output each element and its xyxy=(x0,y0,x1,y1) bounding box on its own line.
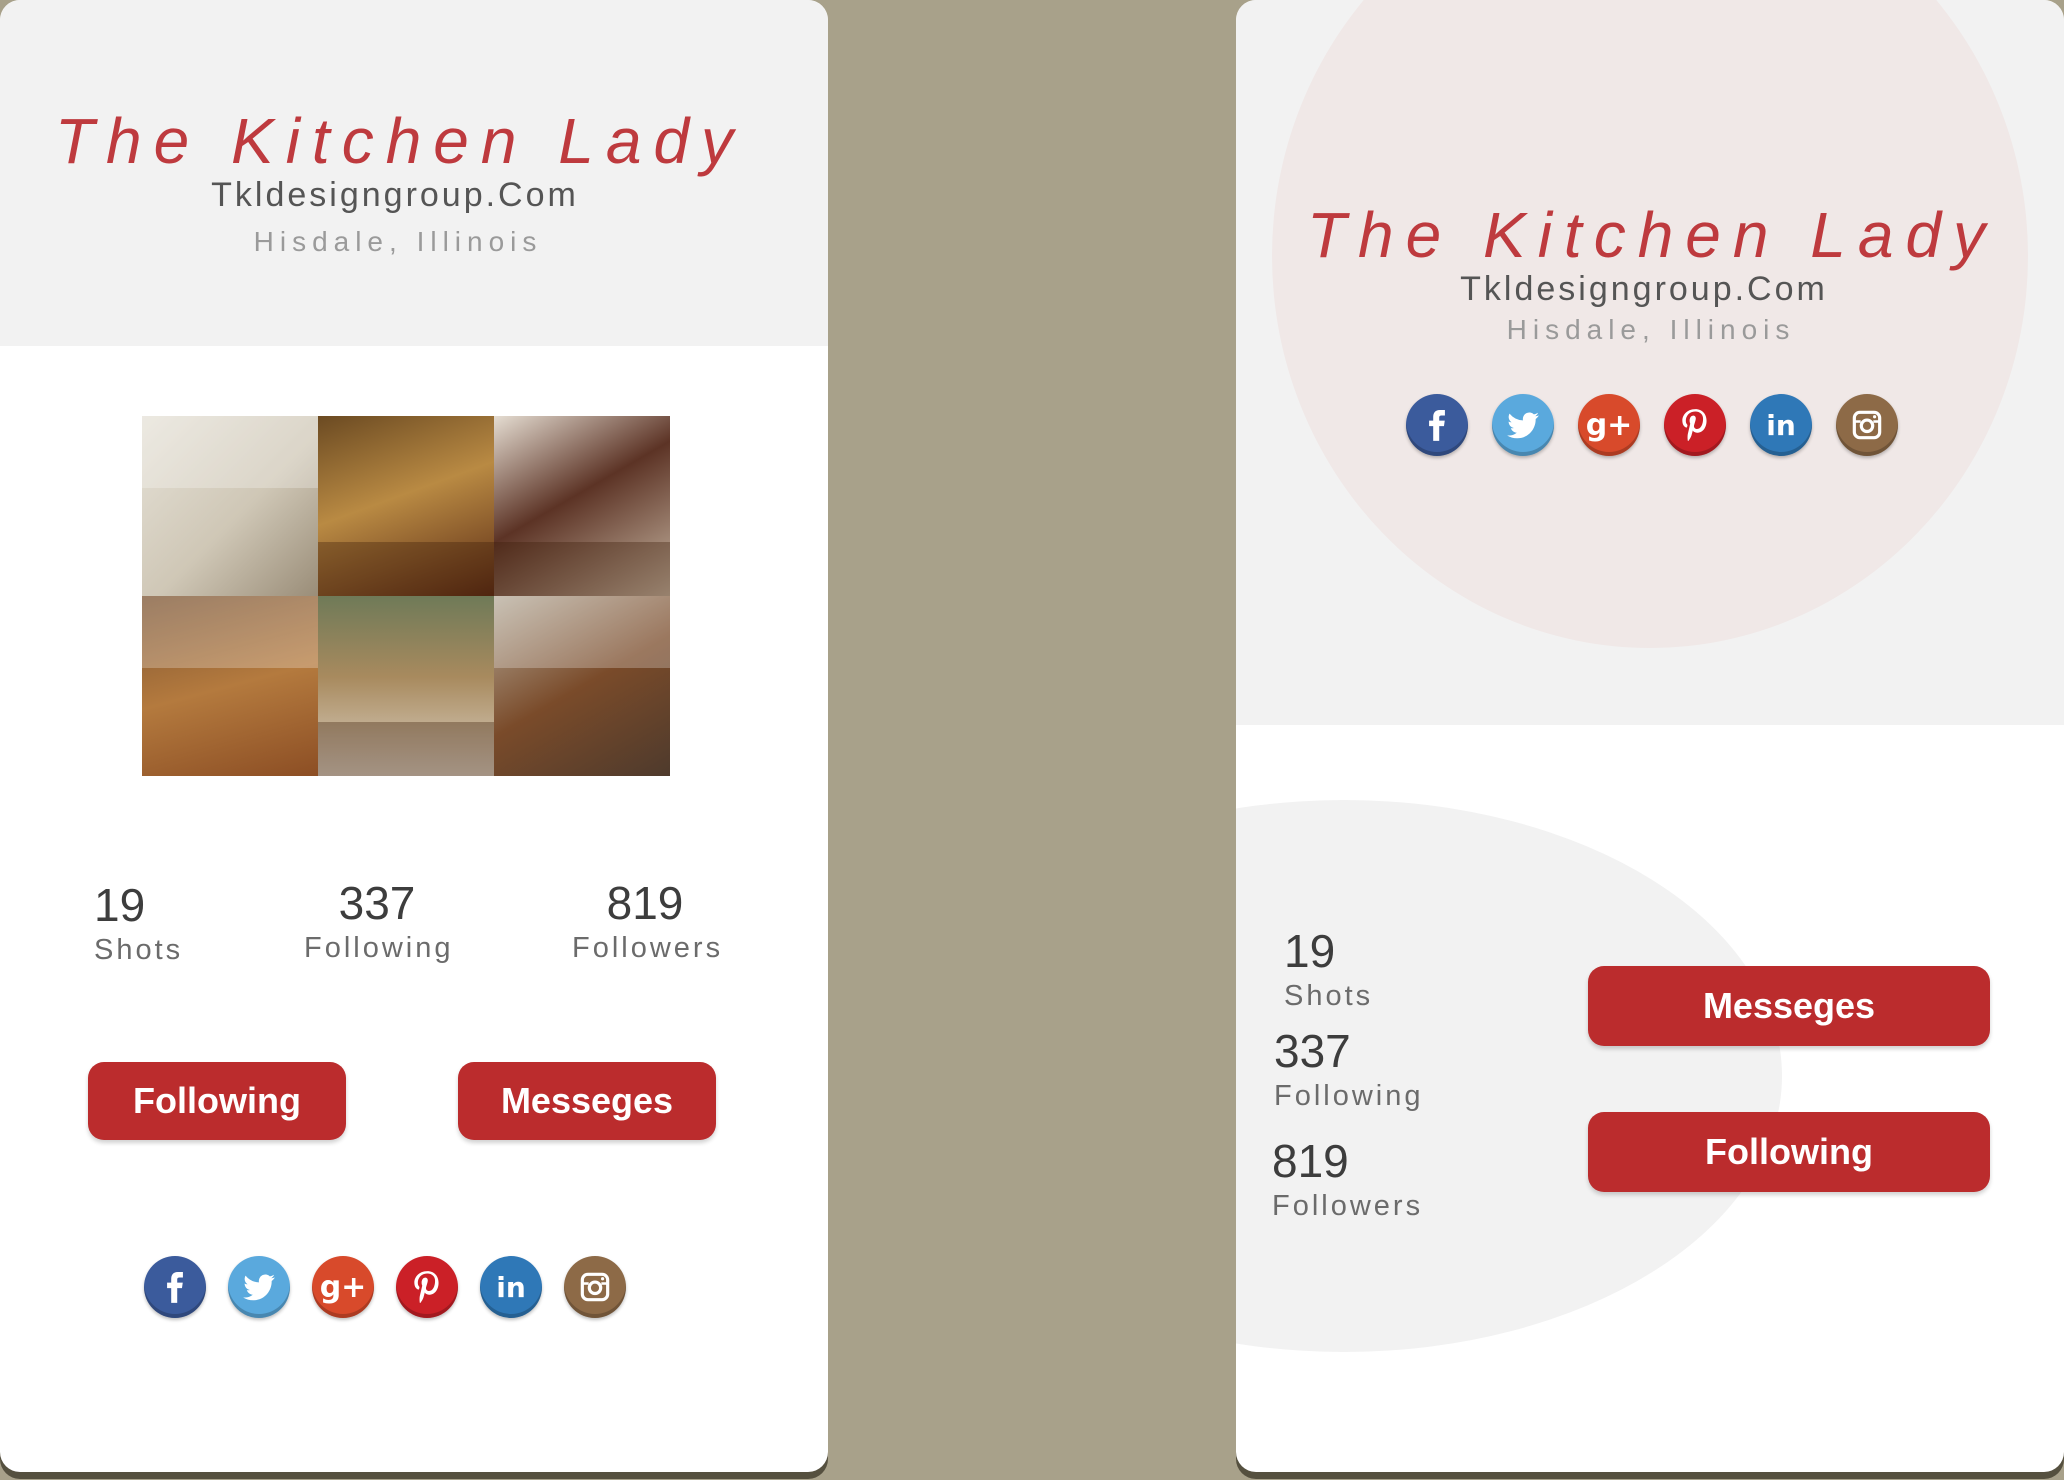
stat-following-label: Following xyxy=(304,932,454,964)
social-links: g+ in xyxy=(144,1256,626,1318)
facebook-icon[interactable] xyxy=(144,1256,206,1318)
stat-shots[interactable]: 19 Shots xyxy=(94,878,183,967)
shot-thumbnail[interactable] xyxy=(318,596,494,776)
stat-following[interactable]: 337 Following xyxy=(1274,1024,1424,1113)
twitter-icon[interactable] xyxy=(1492,394,1554,456)
google-plus-icon[interactable]: g+ xyxy=(1578,394,1640,456)
pinterest-icon[interactable] xyxy=(396,1256,458,1318)
instagram-icon[interactable] xyxy=(564,1256,626,1318)
shot-thumbnail[interactable] xyxy=(494,596,670,776)
stat-followers[interactable]: 819 Followers xyxy=(1272,1134,1423,1223)
instagram-icon[interactable] xyxy=(1836,394,1898,456)
profile-website[interactable]: Tkldesigngroup.Com xyxy=(0,176,790,215)
shot-thumbnail[interactable] xyxy=(142,416,318,596)
linkedin-icon[interactable]: in xyxy=(480,1256,542,1318)
stat-followers-label: Followers xyxy=(1272,1190,1424,1222)
stat-shots-label: Shots xyxy=(94,934,184,966)
facebook-icon[interactable] xyxy=(1406,394,1468,456)
stat-shots-label: Shots xyxy=(1284,980,1374,1012)
shots-gallery xyxy=(142,416,670,776)
stat-followers-value: 819 xyxy=(1272,1135,1349,1187)
stat-shots-value: 19 xyxy=(94,879,146,931)
linkedin-icon[interactable]: in xyxy=(1750,394,1812,456)
profile-location: Hisdale, Illinois xyxy=(1506,314,1796,345)
shot-thumbnail[interactable] xyxy=(142,596,318,776)
stat-followers-value: 819 xyxy=(606,877,684,929)
stat-shots[interactable]: 19 Shots xyxy=(1284,924,1373,1013)
profile-card-right: The Kitchen Lady Tkldesigngroup.Com Hisd… xyxy=(1236,0,2064,1472)
stat-shots-value: 19 xyxy=(1284,925,1336,977)
stat-followers[interactable]: 819 Followers xyxy=(572,876,724,965)
profile-name: The Kitchen Lady xyxy=(54,105,746,177)
following-button[interactable]: Following xyxy=(88,1062,346,1140)
twitter-icon[interactable] xyxy=(228,1256,290,1318)
following-button[interactable]: Following xyxy=(1588,1112,1990,1192)
stat-following-label: Following xyxy=(1274,1080,1424,1112)
social-links: g+ in xyxy=(1406,394,1898,456)
stat-followers-label: Followers xyxy=(572,932,724,964)
shot-thumbnail[interactable] xyxy=(494,416,670,596)
google-plus-icon[interactable]: g+ xyxy=(312,1256,374,1318)
stat-following-value: 337 xyxy=(1274,1025,1351,1077)
shot-thumbnail[interactable] xyxy=(318,416,494,596)
stat-following[interactable]: 337 Following xyxy=(304,876,454,965)
profile-website[interactable]: Tkldesigngroup.Com xyxy=(1296,270,1992,309)
profile-card-left: The Kitchen Lady Tkldesigngroup.Com Hisd… xyxy=(0,0,828,1472)
messages-button[interactable]: Messeges xyxy=(458,1062,716,1140)
profile-name: The Kitchen Lady xyxy=(1306,199,1998,271)
messages-button[interactable]: Messeges xyxy=(1588,966,1990,1046)
profile-location: Hisdale, Illinois xyxy=(253,226,543,257)
stat-following-value: 337 xyxy=(338,877,416,929)
pinterest-icon[interactable] xyxy=(1664,394,1726,456)
